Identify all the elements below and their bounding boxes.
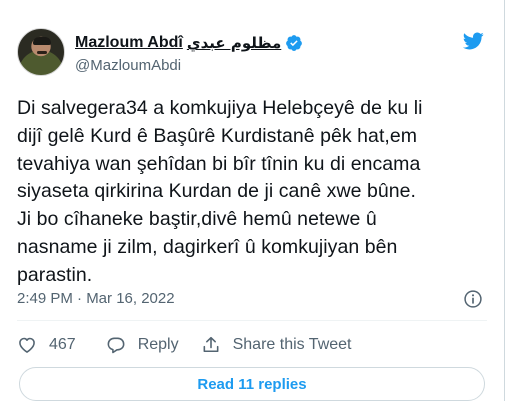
avatar[interactable] xyxy=(17,28,65,76)
read-replies-label: Read 11 replies xyxy=(197,375,307,393)
info-icon[interactable] xyxy=(463,289,483,309)
author-name[interactable]: Mazloum Abdî xyxy=(75,34,183,52)
tweet-text: Di salvegera34 a komkujiya Helebçeyê de … xyxy=(17,97,423,286)
heart-icon xyxy=(19,337,35,353)
tweet-card: Mazloum Abdî مظلوم عبدي @MazloumAbdi Di … xyxy=(0,0,505,401)
tweet-timestamp[interactable]: 2:49 PM · Mar 16, 2022 xyxy=(17,290,175,307)
like-count: 467 xyxy=(49,336,76,353)
avatar-mustache xyxy=(37,51,47,54)
like-button[interactable]: 467 xyxy=(17,335,106,355)
author-name-row: Mazloum Abdî مظلوم عبدي xyxy=(75,32,303,54)
reply-bubble-icon xyxy=(107,337,125,354)
verified-badge-icon xyxy=(286,35,303,51)
author-name-arabic[interactable]: مظلوم عبدي xyxy=(187,34,281,52)
reply-button[interactable]: Reply xyxy=(106,335,201,355)
reply-label: Reply xyxy=(137,336,179,353)
share-button[interactable]: Share this Tweet xyxy=(201,335,352,355)
share-label: Share this Tweet xyxy=(232,336,352,353)
action-bar: 467 Reply Share this Tweet xyxy=(17,333,352,357)
twitter-bird-icon[interactable] xyxy=(460,30,486,52)
avatar-hair xyxy=(33,37,51,45)
share-icon xyxy=(203,336,219,353)
read-replies-button[interactable]: Read 11 replies xyxy=(19,367,485,401)
divider xyxy=(17,320,487,321)
author-handle[interactable]: @MazloumAbdi xyxy=(75,57,181,74)
